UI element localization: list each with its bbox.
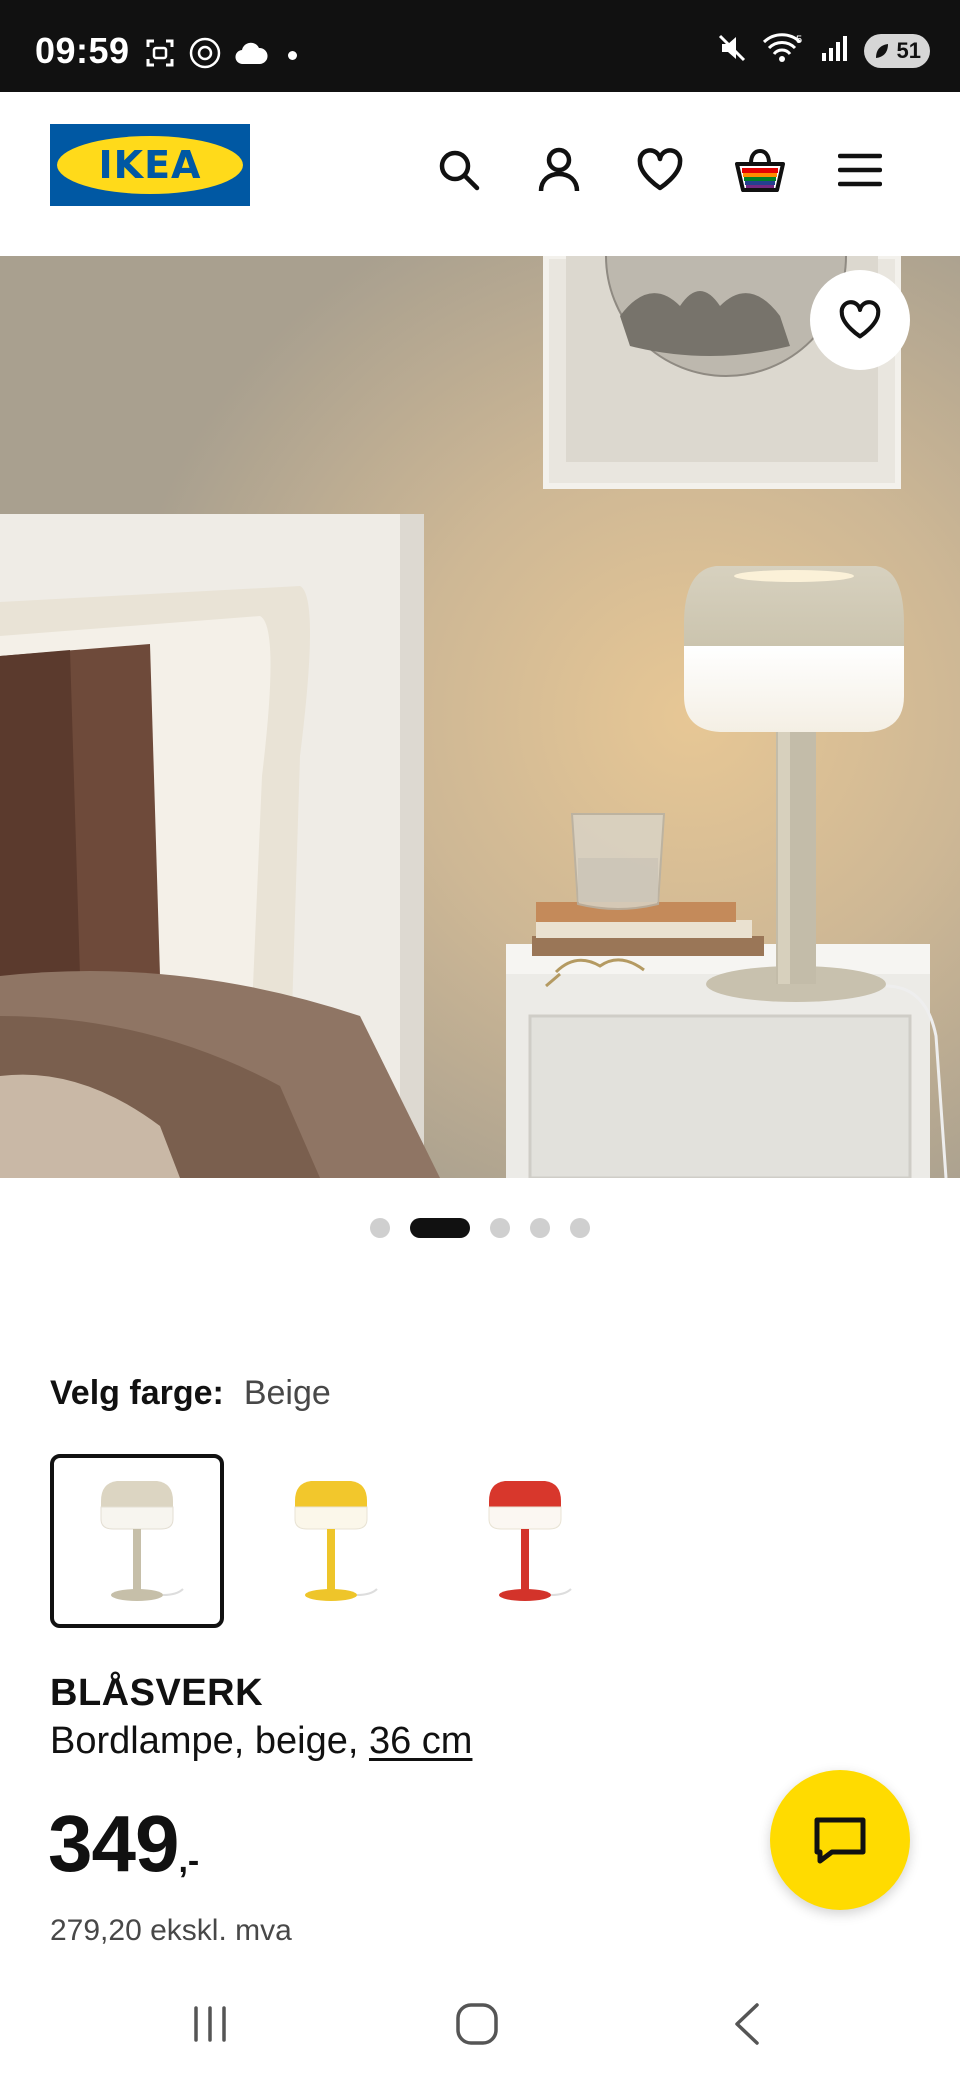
cloud-icon [234, 40, 268, 71]
lamp-yellow-thumbnail [294, 1481, 378, 1601]
price-suffix: ,- [178, 1842, 200, 1880]
chat-icon [814, 1817, 866, 1864]
home-icon[interactable] [437, 1994, 517, 2054]
price-main: 349 [48, 1799, 179, 1888]
add-to-favorites-button[interactable] [810, 270, 910, 370]
swatch-beige[interactable] [50, 1454, 224, 1628]
swatch-yellow[interactable] [244, 1454, 418, 1628]
carousel-dot[interactable] [530, 1218, 550, 1238]
carousel-dot[interactable] [490, 1218, 510, 1238]
swatch-red[interactable] [438, 1454, 612, 1628]
product-name: BLÅSVERK [50, 1672, 264, 1714]
price-excluding-vat: 279,20 ekskl. mva [50, 1914, 292, 1947]
heart-icon [839, 300, 881, 339]
product-size-link[interactable]: 36 cm [369, 1720, 472, 1762]
color-value: Beige [243, 1374, 331, 1412]
shopping-bag-icon[interactable] [732, 142, 788, 198]
color-selection: Velg farge: Beige [50, 1374, 331, 1413]
product-description-text: Bordlampe, beige, [50, 1720, 369, 1762]
chat-button[interactable] [770, 1770, 910, 1910]
logo-text: IKEA [98, 143, 202, 187]
lamp-red-thumbnail [488, 1481, 572, 1601]
battery-level: 51 [896, 37, 921, 63]
carousel-dot[interactable] [570, 1218, 590, 1238]
ikea-logo[interactable]: IKEA [50, 124, 250, 206]
mute-icon [716, 32, 748, 69]
carousel-dot-active[interactable] [410, 1218, 470, 1238]
status-bar: 09:59 5 51 [0, 0, 960, 92]
system-navigation-bar [0, 1966, 960, 2080]
product-photo [0, 256, 960, 1178]
recent-apps-icon[interactable] [170, 1994, 250, 2054]
carousel-dot[interactable] [370, 1218, 390, 1238]
account-icon[interactable] [531, 142, 587, 198]
product-price: 349 ,- [48, 1804, 199, 1884]
signal-icon [820, 33, 850, 68]
svg-text:5: 5 [796, 34, 802, 46]
notification-dot-icon [288, 51, 297, 60]
app-header: IKEA [0, 92, 960, 256]
screenshot-icon [144, 37, 176, 74]
wifi-icon: 5 [762, 32, 806, 69]
color-label: Velg farge: [50, 1374, 224, 1412]
battery-icon: 51 [864, 33, 930, 68]
back-icon[interactable] [707, 1994, 787, 2054]
color-swatches [50, 1454, 612, 1628]
carousel-indicator [0, 1218, 960, 1238]
search-icon[interactable] [431, 142, 487, 198]
status-time: 09:59 [35, 30, 130, 71]
lamp-beige-thumbnail [100, 1481, 184, 1601]
product-image-carousel[interactable] [0, 256, 960, 1178]
menu-icon[interactable] [832, 142, 888, 198]
wishlist-heart-icon[interactable] [632, 142, 688, 198]
product-description: Bordlampe, beige, 36 cm [50, 1720, 472, 1763]
location-icon [188, 36, 222, 75]
